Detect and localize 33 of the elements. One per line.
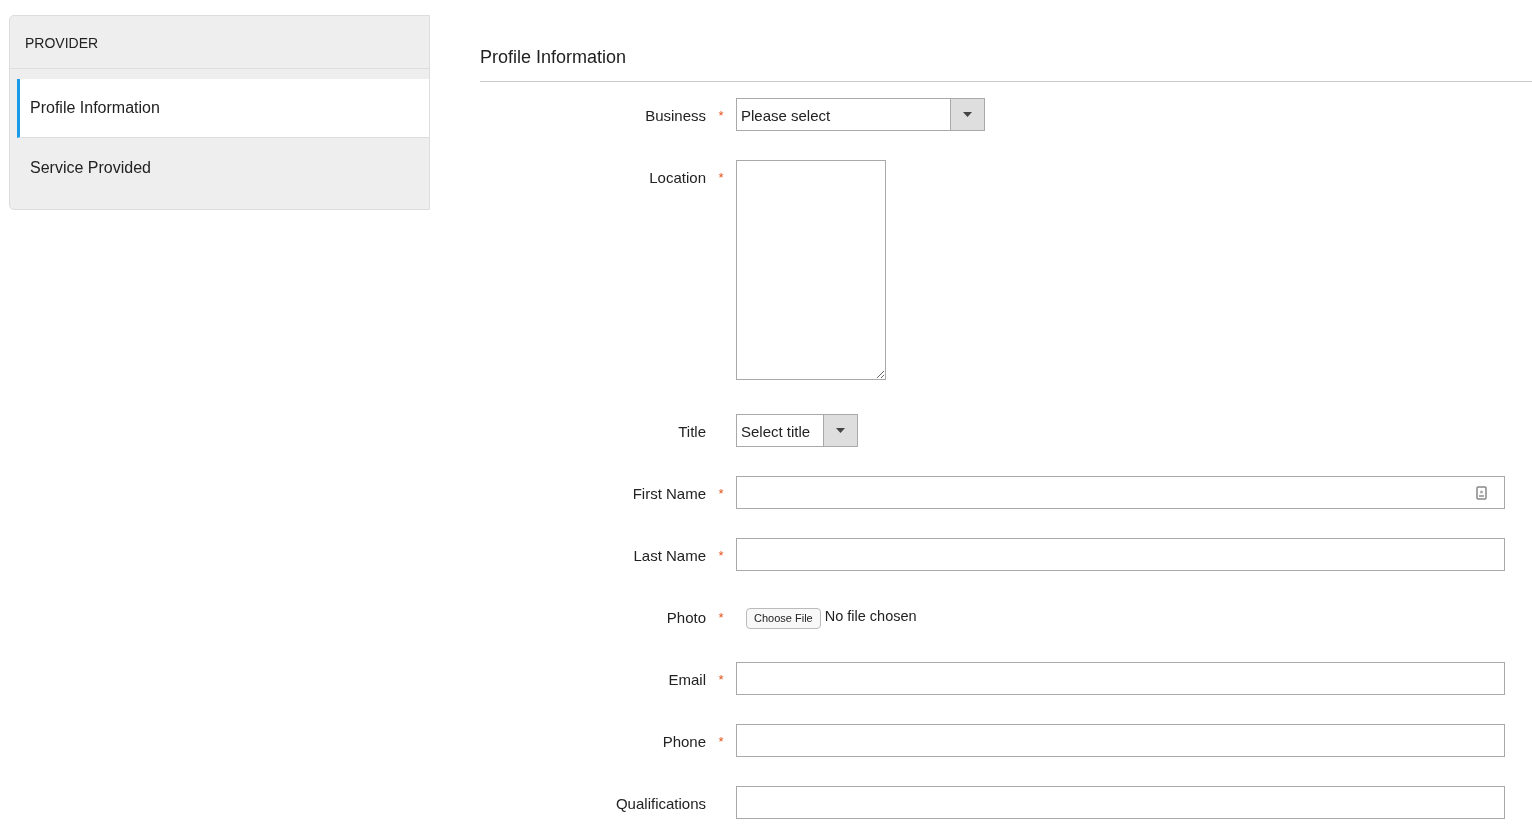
required-asterisk: *: [718, 169, 724, 187]
select-field[interactable]: Select title: [736, 414, 858, 447]
select-field[interactable]: Please select: [736, 98, 985, 131]
caret-icon: [836, 428, 845, 433]
contact-card-icon: [1476, 485, 1487, 500]
input-field[interactable]: [736, 724, 1505, 757]
required-asterisk: *: [718, 107, 724, 125]
field-label: Last Name: [632, 546, 706, 566]
field-label: Email: [667, 670, 706, 690]
field-label: Title: [677, 422, 706, 442]
caret-icon: [963, 112, 972, 117]
required-asterisk: *: [718, 547, 724, 565]
required-asterisk: *: [718, 485, 724, 503]
choose-file-button[interactable]: Choose File: [746, 608, 821, 629]
field-label: Phone: [661, 732, 706, 752]
field-label: Business: [644, 106, 706, 126]
section-title: Profile Information: [480, 44, 1532, 82]
input-field[interactable]: [736, 476, 1505, 509]
field-label: Location: [648, 168, 706, 188]
input-field[interactable]: [736, 538, 1505, 571]
field-label: Photo: [665, 608, 706, 628]
input-field[interactable]: [736, 662, 1505, 695]
field-label: First Name: [631, 484, 706, 504]
field-label: Qualifications: [614, 794, 706, 814]
required-asterisk: *: [718, 609, 724, 627]
input-field[interactable]: [736, 786, 1505, 819]
sidebar-header: PROVIDER: [10, 16, 429, 69]
textarea-field[interactable]: [736, 160, 886, 380]
file-status: No file chosen: [824, 606, 917, 626]
sidebar-item[interactable]: Profile Information: [17, 79, 429, 138]
sidebar-item[interactable]: Service Provided: [17, 138, 429, 197]
required-asterisk: *: [718, 671, 724, 689]
required-asterisk: *: [718, 733, 724, 751]
